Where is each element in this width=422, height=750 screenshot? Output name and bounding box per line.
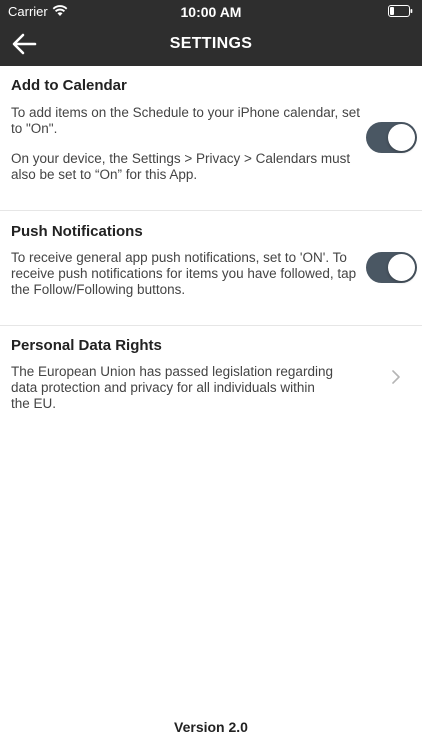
push-notifications-title: Push Notifications [11,223,143,240]
push-toggle-knob [388,254,415,281]
page-title: SETTINGS [169,35,253,52]
personal-data-rights-text-line-2: data protection and privacy for all indi… [11,380,315,395]
version-label: Version 2.0 [174,719,248,735]
personal-data-rights-text-line-1: The European Union has passed legislatio… [11,364,333,379]
personal-data-rights-text-line-3: the EU. [11,396,57,411]
push-notifications-text-line-3: the Follow/Following buttons. [11,282,186,297]
battery-icon [388,5,413,17]
calendar-toggle[interactable] [366,122,417,153]
divider [0,210,422,211]
add-to-calendar-title: Add to Calendar [11,77,127,94]
app-header: Carrier 10:00 AM SETTINGS [0,0,422,66]
add-to-calendar-text-line-3: On your device, the Settings > Privacy >… [11,151,351,166]
nav-bar: SETTINGS [0,22,422,66]
chevron-right-icon [392,370,400,384]
status-bar: Carrier 10:00 AM [0,0,422,22]
personal-data-rights-title: Personal Data Rights [11,337,162,354]
push-notifications-toggle[interactable] [366,252,417,283]
add-to-calendar-text-line-2: to "On". [11,121,58,136]
push-notifications-text-line-1: To receive general app push notification… [11,250,347,265]
calendar-toggle-knob [388,124,415,151]
add-to-calendar-text-line-4: also be set to “On” for this App. [11,167,198,182]
status-time: 10:00 AM [180,4,242,20]
add-to-calendar-text-line-1: To add items on the Schedule to your iPh… [11,105,360,120]
push-notifications-text-line-2: receive push notifications for items you… [11,266,357,281]
